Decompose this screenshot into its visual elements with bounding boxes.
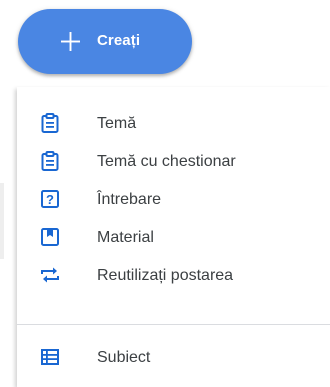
plus-icon bbox=[61, 32, 80, 51]
create-button[interactable]: Creați bbox=[18, 9, 192, 74]
menu-item-quiz-assignment[interactable]: Temă cu chestionar bbox=[17, 142, 330, 180]
material-icon bbox=[41, 228, 59, 246]
page: Creați Temă Temă cu chestionar ? Întreba… bbox=[0, 0, 330, 387]
menu-divider bbox=[17, 324, 330, 325]
create-button-label: Creați bbox=[97, 32, 141, 49]
menu-item-reuse-post[interactable]: Reutilizați postarea bbox=[17, 256, 330, 294]
menu-item-label: Temă cu chestionar bbox=[97, 153, 236, 170]
menu-item-question[interactable]: ? Întrebare bbox=[17, 180, 330, 218]
menu-item-label: Reutilizați postarea bbox=[97, 267, 234, 284]
menu-item-label: Întrebare bbox=[97, 191, 162, 208]
assignment-icon bbox=[41, 113, 59, 133]
menu-item-topic[interactable]: Subiect bbox=[17, 338, 330, 376]
topic-icon bbox=[41, 349, 59, 365]
menu-item-assignment[interactable]: Temă bbox=[17, 104, 330, 142]
menu-item-label: Temă bbox=[97, 115, 137, 132]
quiz-assignment-icon bbox=[41, 151, 59, 171]
reuse-post-icon bbox=[41, 267, 59, 283]
background-edge bbox=[0, 183, 4, 259]
menu-item-material[interactable]: Material bbox=[17, 218, 330, 256]
question-icon: ? bbox=[41, 190, 59, 208]
menu-item-label: Subiect bbox=[97, 349, 151, 366]
svg-text:?: ? bbox=[46, 192, 54, 207]
create-menu: Temă Temă cu chestionar ? Întrebare Mate… bbox=[17, 87, 330, 387]
menu-item-label: Material bbox=[97, 229, 154, 246]
